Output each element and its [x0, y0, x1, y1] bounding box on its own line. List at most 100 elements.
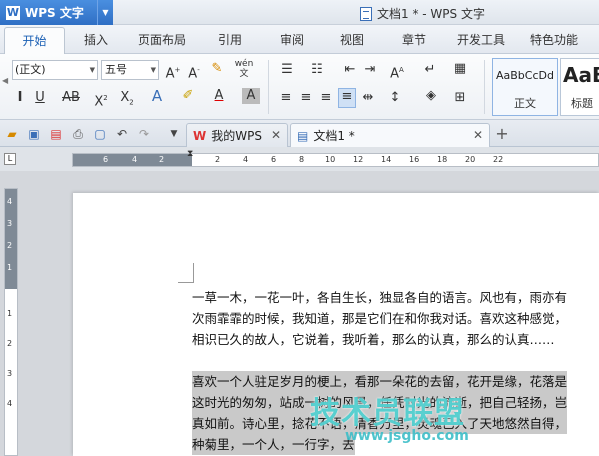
vertical-ruler[interactable]: 4 3 2 1 1 2 3 4 [4, 188, 18, 456]
justify-icon[interactable]: ≡ [338, 88, 356, 108]
bold-icon[interactable]: I [12, 90, 28, 106]
tab-view[interactable]: 视图 [340, 31, 364, 48]
new-tab-icon[interactable]: + [494, 126, 510, 142]
tab-developer-tools[interactable]: 开发工具 [457, 31, 505, 48]
decrease-indent-icon[interactable]: ⇤ [342, 62, 358, 78]
change-case-icon[interactable]: AA [386, 62, 408, 82]
redo-icon[interactable]: ↷ [136, 126, 152, 142]
ruler-mark: 2 [7, 241, 13, 250]
margin-corner-mark [178, 263, 194, 283]
ruler-mark: 3 [7, 369, 13, 378]
ruler-mark: 18 [437, 155, 448, 164]
ruler-mark: 16 [409, 155, 420, 164]
chevron-down-icon[interactable]: ▼ [97, 0, 113, 25]
text-effect-icon[interactable]: A [148, 88, 166, 104]
tab-insert[interactable]: 插入 [84, 31, 108, 48]
pinyin-guide-icon[interactable]: wén 文 [234, 59, 254, 79]
ruler-mark: 6 [271, 155, 277, 164]
document-icon [360, 6, 372, 21]
style-heading[interactable]: AaB 标题 [560, 58, 599, 116]
style-sample: AaB [563, 63, 599, 87]
text-line: 相识已久的故人，它说着，我听着，那么的认真，那么的认真…… [192, 332, 555, 347]
subscript-icon[interactable]: X2 [118, 90, 136, 111]
ruler-mark: 2 [215, 155, 221, 164]
superscript-icon[interactable]: X2 [92, 90, 110, 110]
document-icon: ▤ [297, 128, 309, 143]
ruler-mark: 10 [325, 155, 336, 164]
ribbon-scroll-left-icon[interactable]: ◀ [2, 76, 10, 96]
watermark-url: www.jsgho.com [345, 428, 469, 444]
watermark-text: 技术员联盟 [310, 396, 465, 431]
tab-review[interactable]: 审阅 [280, 31, 304, 48]
export-pdf-icon[interactable]: ▤ [48, 126, 64, 142]
character-shading-icon[interactable]: A [242, 88, 260, 104]
paragraph-mark-icon[interactable]: ↵ [420, 62, 440, 78]
close-icon[interactable]: ✕ [473, 128, 483, 142]
print-icon[interactable]: ⎙ [70, 126, 86, 142]
numbered-list-icon[interactable]: ☷ [306, 62, 328, 78]
font-size-select[interactable]: 五号 ▼ [101, 60, 159, 80]
ribbon: ◀ (正文) ▼ 五号 ▼ A+ A- ✎ wén 文 ☰ ☷ ⇤ ⇥ AA ↵ … [0, 54, 599, 120]
horizontal-ruler[interactable]: 6 4 2 ⧗ 2 4 6 8 10 12 14 16 18 20 22 [72, 149, 599, 167]
bullet-list-icon[interactable]: ☰ [276, 62, 298, 78]
customize-toolbar-icon[interactable]: ▼ [166, 126, 182, 142]
line-spacing-icon[interactable]: ↕ [386, 90, 404, 106]
ruler-mark: 6 [103, 155, 109, 164]
app-menu-button[interactable]: W WPS 文字 ▼ [0, 0, 113, 25]
ruler-mark: 20 [465, 155, 476, 164]
grow-font-icon[interactable]: A+ [165, 62, 181, 82]
style-name: 正文 [514, 97, 536, 110]
tab-special-features[interactable]: 特色功能 [530, 31, 578, 48]
align-center-icon[interactable]: ≡ [298, 90, 314, 106]
style-name: 标题 [571, 97, 593, 110]
style-normal[interactable]: AaBbCcDd 正文 [492, 58, 558, 116]
app-name: WPS 文字 [25, 6, 84, 20]
tab-references[interactable]: 引用 [218, 31, 242, 48]
print-preview-icon[interactable]: ▢ [92, 126, 108, 142]
ruler-mark: 8 [299, 155, 305, 164]
ruler-mark: 4 [243, 155, 249, 164]
undo-icon[interactable]: ↶ [114, 126, 130, 142]
tab-document1[interactable]: ▤ 文档1 * ✕ [290, 123, 490, 147]
paragraph-shading-icon[interactable]: ◈ [420, 88, 442, 104]
divider [268, 60, 269, 114]
tab-page-layout[interactable]: 页面布局 [138, 31, 186, 48]
tab-chapter[interactable]: 章节 [402, 31, 426, 48]
underline-icon[interactable]: U [32, 90, 48, 106]
save-icon[interactable]: ▣ [26, 126, 42, 142]
tab-label: 我的WPS [211, 129, 262, 143]
tab-stop-selector[interactable]: L [4, 153, 16, 165]
open-folder-icon[interactable]: ▰ [4, 126, 20, 142]
title-bar: W WPS 文字 ▼ 文档1 * - WPS 文字 [0, 0, 599, 25]
font-name-select[interactable]: (正文) ▼ [12, 60, 98, 80]
chevron-down-icon: ▼ [89, 66, 95, 74]
text-line: 次雨霏霏的时候，我知道，那是它们在和你我对话。喜欢这种感觉， [192, 311, 568, 326]
indent-marker-icon[interactable]: ⧗ [187, 149, 193, 159]
align-left-icon[interactable]: ≡ [278, 90, 294, 106]
font-color-icon[interactable]: A [210, 88, 228, 104]
ruler-mark: 1 [7, 263, 13, 272]
chevron-down-icon: ▼ [150, 66, 156, 74]
shrink-font-icon[interactable]: A- [186, 62, 202, 82]
tab-label: 文档1 * [313, 129, 355, 143]
strikethrough-icon[interactable]: AB [60, 90, 82, 106]
window-title-text: 文档1 * - WPS 文字 [377, 7, 485, 21]
window-title: 文档1 * - WPS 文字 [360, 5, 485, 22]
border-icon[interactable]: ⊞ [452, 90, 468, 106]
align-right-icon[interactable]: ≡ [318, 90, 334, 106]
clear-format-icon[interactable]: ✎ [208, 61, 226, 77]
text-line: 一草一木，一花一叶，各自生长，独显各自的语言。风也有，雨亦有 [192, 290, 568, 305]
tab-home[interactable]: 开始 [4, 27, 65, 54]
ruler-mark: 4 [132, 155, 138, 164]
ruler-row: L 6 4 2 ⧗ 2 4 6 8 10 12 14 16 18 20 22 [0, 147, 599, 171]
font-name-value: (正文) [15, 63, 46, 76]
highlight-icon[interactable]: ✐ [178, 88, 198, 104]
distributed-align-icon[interactable]: ⇹ [360, 90, 376, 106]
wps-logo-icon: W [6, 5, 20, 20]
ruler-mark: 22 [493, 155, 504, 164]
table-icon[interactable]: ▦ [452, 61, 468, 77]
tab-my-wps[interactable]: W 我的WPS ✕ [186, 123, 288, 147]
close-icon[interactable]: ✕ [271, 128, 281, 142]
menu-bar: 开始 插入 页面布局 引用 审阅 视图 章节 开发工具 特色功能 [0, 25, 599, 54]
increase-indent-icon[interactable]: ⇥ [362, 62, 378, 78]
